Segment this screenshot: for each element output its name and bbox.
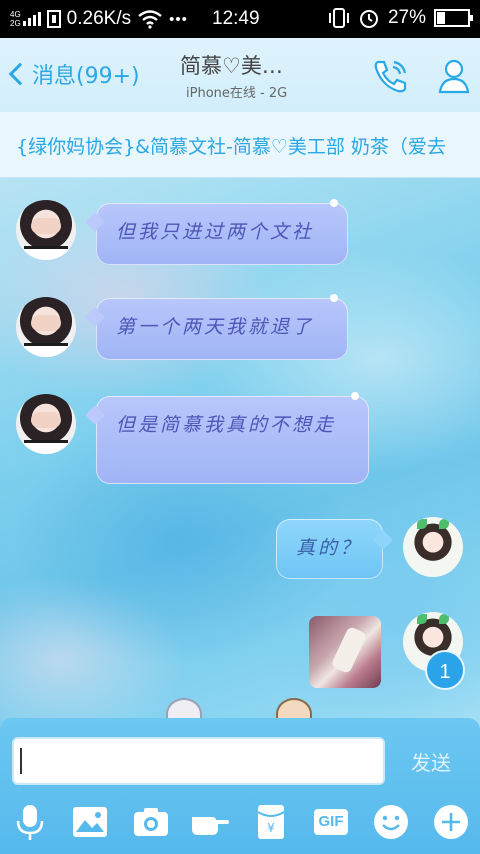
online-status: iPhone在线 - 2G [186, 86, 288, 101]
image-icon[interactable] [70, 802, 110, 842]
plus-icon[interactable] [431, 802, 471, 842]
chat-header: 消息(99+) 简慕♡美… iPhone在线 - 2G [0, 38, 480, 112]
notification-app-icon [46, 10, 61, 28]
microphone-icon[interactable] [10, 802, 50, 842]
my-message-bubble[interactable]: 真的？ [276, 519, 383, 579]
image-message[interactable] [309, 616, 381, 688]
svg-text:¥: ¥ [267, 821, 275, 835]
message-bubble[interactable]: 但我只进过两个文社 [96, 199, 348, 265]
signal-icon [22, 12, 41, 26]
more-indicator: ••• [169, 10, 188, 28]
alarm-icon [359, 10, 378, 28]
chat-title[interactable]: 简慕♡美… [180, 50, 283, 80]
chevron-left-icon [8, 62, 32, 86]
back-label: 消息(99+) [32, 64, 140, 89]
profile-icon[interactable] [434, 56, 474, 96]
gif-label: GIF [314, 809, 348, 835]
message-text: 第一个两天我就退了 [116, 316, 315, 338]
emoji-icon[interactable] [371, 802, 411, 842]
hand-icon[interactable] [190, 802, 230, 842]
vibrate-icon [328, 8, 349, 28]
group-info-bar[interactable]: {绿你妈协会}&简慕文社-简慕♡美工部 奶茶（爱去 [0, 112, 480, 178]
unread-count-badge[interactable]: 1 [425, 650, 465, 690]
clock: 12:49 [212, 8, 260, 29]
message-input[interactable] [12, 737, 385, 785]
battery-percent: 27% [387, 7, 426, 28]
gif-icon[interactable]: GIF [311, 802, 351, 842]
contact-avatar[interactable] [16, 200, 76, 260]
network-type: 4G 2G [10, 10, 21, 28]
back-button[interactable]: 消息(99+) [6, 58, 140, 90]
message-text: 但是简慕我真的不想走 [116, 414, 337, 436]
composer-toolbar: ¥ GIF [0, 796, 480, 854]
battery-icon [434, 9, 473, 27]
group-info-text: {绿你妈协会}&简慕文社-简慕♡美工部 奶茶（爱去 [16, 136, 446, 158]
contact-avatar[interactable] [16, 394, 76, 454]
phone-icon[interactable] [370, 56, 410, 96]
message-text: 但我只进过两个文社 [116, 221, 315, 243]
status-bar: 4G 2G 0.26K/s ••• 12:49 27% [0, 0, 480, 38]
message-text: 真的？ [296, 537, 363, 559]
red-packet-icon[interactable]: ¥ [251, 802, 291, 842]
camera-icon[interactable] [131, 802, 171, 842]
my-avatar[interactable] [403, 517, 463, 577]
contact-avatar[interactable] [16, 297, 76, 357]
wifi-icon [138, 10, 162, 29]
message-bubble[interactable]: 但是简慕我真的不想走 [96, 392, 369, 484]
send-button[interactable]: 发送 [395, 747, 467, 777]
message-bubble[interactable]: 第一个两天我就退了 [96, 294, 348, 360]
network-speed: 0.26K/s [66, 8, 132, 29]
